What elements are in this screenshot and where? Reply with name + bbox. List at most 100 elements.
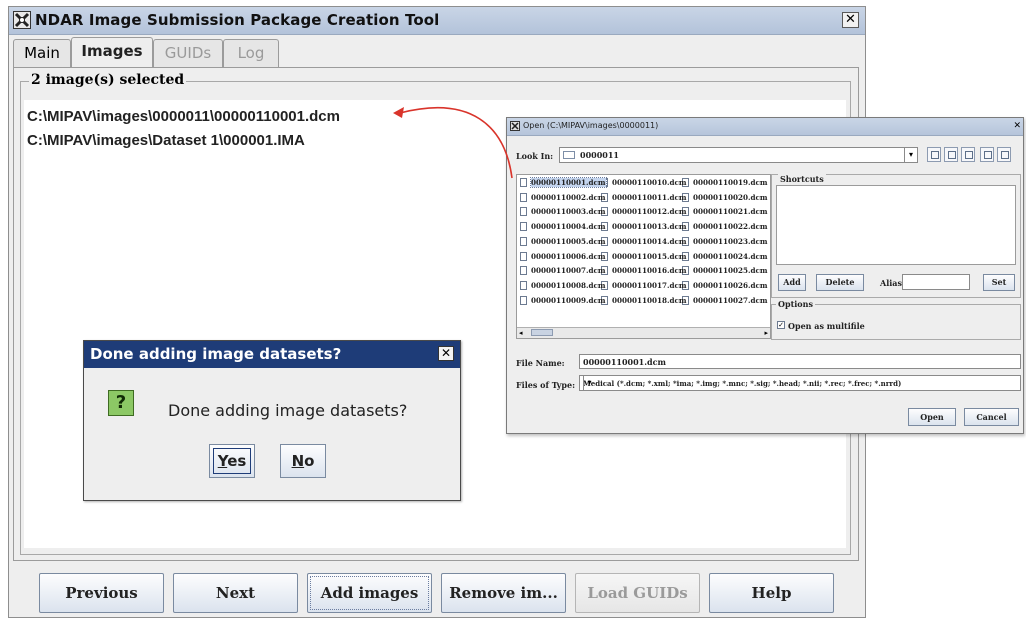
yes-label-rest: es — [227, 452, 247, 470]
file-icon — [520, 178, 527, 187]
file-icon — [520, 192, 527, 202]
file-list-item[interactable]: 00000110018.dcm — [601, 295, 687, 309]
list-view-icon[interactable] — [980, 147, 994, 162]
chevron-down-icon[interactable]: ▾ — [583, 376, 595, 390]
close-icon[interactable]: ✕ — [842, 12, 859, 28]
look-in-combo[interactable]: 0000011 ▾ — [559, 147, 918, 163]
file-list-item[interactable]: 00000110027.dcm — [682, 295, 768, 309]
no-mnemonic: N — [291, 452, 305, 470]
file-list-item[interactable]: 00000110022.dcm — [682, 222, 768, 235]
file-name: 00000110010.dcm — [612, 178, 687, 187]
file-list-item[interactable]: 00000110021.dcm — [682, 207, 768, 220]
file-name-label: File Name: — [516, 358, 565, 368]
scroll-left-icon[interactable]: ◂ — [519, 329, 523, 337]
home-folder-icon[interactable] — [944, 147, 958, 162]
scroll-right-icon[interactable]: ▸ — [764, 329, 768, 337]
app-icon — [510, 121, 520, 131]
file-name: 00000110011.dcm — [612, 192, 687, 202]
details-view-icon[interactable] — [997, 147, 1011, 162]
file-name: 00000110022.dcm — [693, 222, 768, 232]
file-name: 00000110016.dcm — [612, 266, 687, 276]
horizontal-scrollbar[interactable]: ◂ ▸ — [517, 327, 770, 338]
file-name: 00000110027.dcm — [693, 295, 768, 305]
file-icon — [520, 236, 527, 246]
cancel-button[interactable]: Cancel — [964, 408, 1019, 426]
file-list-item[interactable]: 00000110008.dcm — [520, 280, 606, 294]
open-button[interactable]: Open — [908, 408, 956, 426]
help-button[interactable]: Help — [709, 573, 834, 613]
file-name-field[interactable]: 00000110001.dcm — [579, 354, 1021, 369]
file-name: 00000110012.dcm — [612, 207, 687, 217]
file-list-item[interactable]: 00000110001.dcm — [520, 177, 607, 191]
list-item[interactable]: C:\MIPAV\images\Dataset 1\000001.IMA — [27, 132, 305, 149]
set-alias-button[interactable]: Set — [983, 274, 1015, 291]
file-list-item[interactable]: 00000110012.dcm — [601, 207, 687, 220]
app-icon — [13, 11, 31, 29]
tab-main[interactable]: Main — [13, 39, 71, 67]
close-icon[interactable]: ✕ — [1013, 121, 1021, 131]
file-list-item[interactable]: 00000110025.dcm — [682, 266, 768, 279]
file-list-item[interactable]: 00000110015.dcm — [601, 251, 687, 265]
file-list-item[interactable]: 00000110023.dcm — [682, 236, 768, 250]
tab-images[interactable]: Images — [71, 37, 153, 68]
file-name: 00000110009.dcm — [531, 295, 606, 305]
list-item[interactable]: C:\MIPAV\images\0000011\00000110001.dcm — [27, 108, 340, 125]
folder-icon — [563, 151, 575, 159]
file-name: 00000110005.dcm — [531, 236, 606, 246]
dialog-message: Done adding image datasets? — [168, 401, 408, 420]
dialog-title-bar[interactable]: Done adding image datasets? ✕ — [84, 341, 460, 368]
multifile-checkbox[interactable]: ✓ — [777, 321, 785, 329]
file-name: 00000110004.dcm — [531, 222, 606, 232]
file-name: 00000110020.dcm — [693, 192, 768, 202]
file-list-item[interactable]: 00000110020.dcm — [682, 192, 768, 206]
file-list-item[interactable]: 00000110010.dcm — [601, 178, 687, 191]
file-list-item[interactable]: 00000110006.dcm — [520, 251, 606, 265]
alias-field[interactable] — [902, 274, 970, 290]
new-folder-icon[interactable] — [961, 147, 975, 162]
files-of-type-label: Files of Type: — [516, 380, 576, 390]
close-icon[interactable]: ✕ — [438, 346, 454, 361]
file-name-value: 00000110001.dcm — [583, 357, 666, 367]
file-name: 00000110008.dcm — [531, 280, 606, 290]
file-list-item[interactable]: 00000110016.dcm — [601, 266, 687, 279]
file-list-item[interactable]: 00000110004.dcm — [520, 222, 606, 235]
next-button[interactable]: Next — [173, 573, 298, 613]
no-button[interactable]: No — [280, 444, 326, 478]
file-icon — [520, 280, 527, 290]
group-title: 2 image(s) selected — [29, 72, 187, 88]
add-shortcut-button[interactable]: Add — [778, 274, 806, 291]
file-list-item[interactable]: 00000110002.dcm — [520, 192, 606, 206]
file-list-item[interactable]: 00000110017.dcm — [601, 280, 687, 294]
title-bar[interactable]: NDAR Image Submission Package Creation T… — [9, 7, 865, 35]
file-icon — [520, 295, 527, 305]
file-list-item[interactable]: 00000110024.dcm — [682, 251, 768, 265]
shortcuts-list[interactable] — [776, 185, 1016, 265]
file-name: 00000110007.dcm — [531, 266, 606, 276]
file-icon — [520, 207, 527, 217]
file-name: 00000110018.dcm — [612, 295, 687, 305]
previous-button[interactable]: Previous — [39, 573, 164, 613]
options-panel: Options ✓ Open as multifile — [771, 299, 1021, 340]
file-list-item[interactable]: 00000110005.dcm — [520, 236, 606, 250]
file-name: 00000110026.dcm — [693, 280, 768, 290]
file-list[interactable]: 00000110027.dcm 00000110026.dcm 0000011002… — [516, 174, 771, 339]
remove-images-button[interactable]: Remove im... — [441, 573, 566, 613]
scroll-thumb[interactable] — [531, 329, 553, 336]
file-list-item[interactable]: 00000110003.dcm — [520, 207, 606, 220]
chevron-down-icon[interactable]: ▾ — [904, 148, 917, 162]
file-list-item[interactable]: 00000110019.dcm — [682, 178, 768, 191]
up-folder-icon[interactable] — [927, 147, 941, 162]
files-of-type-combo[interactable]: Medical (*.dcm; *.xml; *ima; *.img; *.mn… — [579, 375, 1021, 391]
file-list-item[interactable]: 00000110009.dcm — [520, 295, 606, 309]
file-dialog-title-bar[interactable]: Open (C:\MIPAV\images\0000011) ✕ — [507, 118, 1023, 136]
file-list-item[interactable]: 00000110007.dcm — [520, 266, 606, 279]
file-list-item[interactable]: 00000110014.dcm — [601, 236, 687, 250]
file-list-item[interactable]: 00000110013.dcm — [601, 222, 687, 235]
file-list-item[interactable]: 00000110011.dcm — [601, 192, 687, 206]
delete-shortcut-button[interactable]: Delete — [816, 274, 864, 291]
yes-button[interactable]: Yes — [209, 444, 255, 478]
add-images-button[interactable]: Add images — [307, 573, 432, 613]
shortcuts-label: Shortcuts — [778, 174, 826, 184]
file-name: 00000110014.dcm — [612, 236, 687, 246]
file-list-item[interactable]: 00000110026.dcm — [682, 280, 768, 294]
